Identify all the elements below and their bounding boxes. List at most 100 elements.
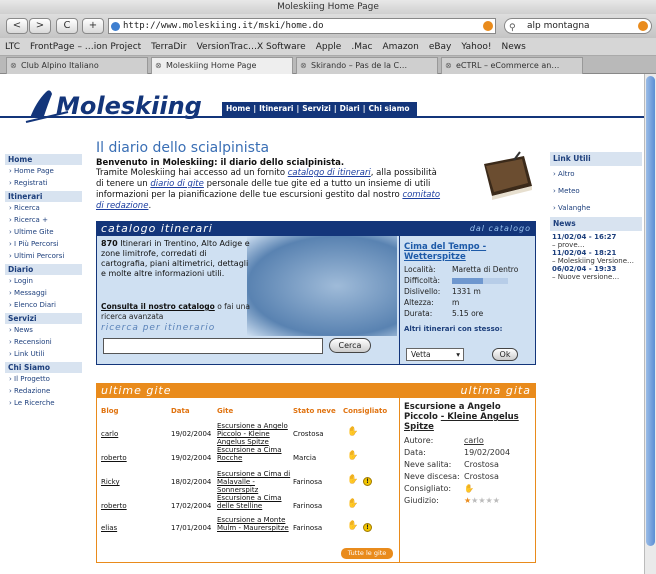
gite-column-header: Data <box>171 407 190 415</box>
link-utili-item[interactable]: › Altro <box>550 166 642 183</box>
link-utili-item[interactable]: › Meteo <box>550 183 642 200</box>
nav-separator: | <box>296 104 300 113</box>
thumb-icon: ✋ <box>347 451 359 461</box>
featured-row: Località: Maretta di Dentro <box>400 264 535 275</box>
left-nav-section[interactable]: Home <box>5 154 82 165</box>
left-nav-section[interactable]: Itinerari <box>5 191 82 202</box>
left-nav-item[interactable]: › Messaggi <box>5 287 82 299</box>
left-nav-item[interactable]: › Ultimi Percorsi <box>5 250 82 262</box>
intro-part-4: . <box>148 201 152 211</box>
gite-blog[interactable]: elias <box>101 524 117 532</box>
scrollbar-thumb[interactable] <box>646 76 655 546</box>
left-nav-item[interactable]: › Le Ricerche <box>5 397 82 409</box>
gite-blog[interactable]: roberto <box>101 454 127 462</box>
bookmark-item[interactable]: Amazon <box>382 42 418 52</box>
gite-name[interactable]: Escursione a Cima delle Stelline <box>217 494 293 510</box>
bookmark-item[interactable]: TerraDir <box>151 42 186 52</box>
gite-row: carlo 19/02/2004 Escursione a Angelo Picco… <box>97 422 397 446</box>
left-nav-item[interactable]: › Link Utili <box>5 348 82 360</box>
browser-tab[interactable]: ⊗ Skirando – Pas de la C… <box>296 57 438 74</box>
tutte-le-gite-button[interactable]: Tutte le gite <box>341 548 393 559</box>
browser-tab[interactable]: ⊗ eCTRL – eCommerce an… <box>441 57 583 74</box>
left-nav-item[interactable]: › Il Progetto <box>5 373 82 385</box>
browser-tab[interactable]: ⊗ Moleskiing Home Page <box>151 57 293 74</box>
left-nav-section[interactable]: Diario <box>5 264 82 275</box>
left-nav-item[interactable]: › I Più Percorsi <box>5 238 82 250</box>
cerca-button[interactable]: Cerca <box>329 338 371 353</box>
bookmark-item[interactable]: News <box>501 42 525 52</box>
bookmark-item[interactable]: VersionTrac…X Software <box>197 42 306 52</box>
news-item[interactable]: – prove… <box>552 241 642 249</box>
gite-blog[interactable]: roberto <box>101 502 127 510</box>
left-nav-item[interactable]: › Registrati <box>5 177 82 189</box>
close-tab-icon[interactable]: ⊗ <box>10 58 17 73</box>
detail-title[interactable]: Escursione a Angelo Piccolo - Kleine Ang… <box>400 398 535 436</box>
nav-servizi[interactable]: Servizi <box>302 104 331 113</box>
search-field[interactable]: ⚲ alp montagna <box>504 18 652 34</box>
close-tab-icon[interactable]: ⊗ <box>155 58 162 73</box>
left-nav-item[interactable]: › Ultime Gite <box>5 226 82 238</box>
detail-label: Autore: <box>404 436 434 445</box>
featured-row: Durata: 5.15 ore <box>400 308 535 319</box>
left-nav-section[interactable]: Chi Siamo <box>5 362 82 373</box>
left-nav-item[interactable]: › Ricerca + <box>5 214 82 226</box>
left-nav-section[interactable]: Servizi <box>5 313 82 324</box>
gite-blog[interactable]: carlo <box>101 430 118 438</box>
thumb-icon: ✋ <box>347 475 359 485</box>
back-button[interactable]: < <box>6 18 28 34</box>
go-icon[interactable] <box>483 21 493 31</box>
consult-catalog-link[interactable]: Consulta il nostro catalogo <box>101 302 215 311</box>
bookmark-item[interactable]: FrontPage – …ion Project <box>30 42 141 52</box>
diario-link[interactable]: diario di gite <box>150 179 204 189</box>
gite-blog[interactable]: Ricky <box>101 478 120 486</box>
url-field[interactable]: http://www.moleskiing.it/mski/home.do <box>108 18 496 34</box>
add-bookmark-button[interactable]: + <box>82 18 104 34</box>
gite-name[interactable]: Escursione a Cima Rocche <box>217 446 293 462</box>
nav-itinerari[interactable]: Itinerari <box>259 104 293 113</box>
nav-diari[interactable]: Diari <box>340 104 360 113</box>
browser-tab[interactable]: ⊗ Club Alpino Italiano <box>6 57 148 74</box>
left-nav-item[interactable]: › Ricerca <box>5 202 82 214</box>
reload-button[interactable]: C <box>56 18 78 34</box>
link-utili-item[interactable]: › Valanghe <box>550 200 642 217</box>
rating-star-icon: ★ <box>478 496 486 505</box>
bookmark-item[interactable]: Apple <box>316 42 342 52</box>
left-nav-item[interactable]: › News <box>5 324 82 336</box>
news-item[interactable]: – Moleskiing Versione… <box>552 257 642 265</box>
featured-title[interactable]: Cima del Tempo - Wetterspitze <box>400 236 535 264</box>
featured-value: 5.15 ore <box>452 309 484 318</box>
tab-bar: ⊗ Club Alpino Italiano ⊗ Moleskiing Home Pa… <box>0 56 656 74</box>
gite-name[interactable]: Escursione a Cima di Malavalle - Sonners… <box>217 470 293 494</box>
left-nav-item[interactable]: › Login <box>5 275 82 287</box>
left-nav-item[interactable]: › Elenco Diari <box>5 299 82 311</box>
left-nav-item[interactable]: › Recensioni <box>5 336 82 348</box>
bookmark-item[interactable]: LTC <box>5 42 20 52</box>
close-tab-icon[interactable]: ⊗ <box>445 58 452 73</box>
featured-label: Durata: <box>404 309 433 318</box>
thumb-icon: ✋ <box>347 427 359 437</box>
ok-button[interactable]: Ok <box>492 348 518 361</box>
gite-name[interactable]: Escursione a Monte Mulm - Maurerspitze <box>217 516 293 532</box>
warning-icon: ! <box>363 523 372 532</box>
nav-chi-siamo[interactable]: Chi siamo <box>368 104 409 113</box>
bookmark-item[interactable]: .Mac <box>351 42 372 52</box>
bookmark-item[interactable]: eBay <box>429 42 452 52</box>
forward-button[interactable]: > <box>29 18 51 34</box>
left-nav-item[interactable]: › Home Page <box>5 165 82 177</box>
catalogo-link[interactable]: catalogo di itinerari <box>288 168 371 178</box>
itinerary-search-input[interactable] <box>103 338 323 354</box>
bookmark-item[interactable]: Yahoo! <box>461 42 491 52</box>
search-go-icon[interactable] <box>638 21 648 31</box>
vertical-scrollbar[interactable] <box>644 74 656 574</box>
gite-name[interactable]: Escursione a Angelo Piccolo - Kleine Ang… <box>217 422 293 446</box>
left-nav-item[interactable]: › Redazione <box>5 385 82 397</box>
news-item[interactable]: – Nuove versione… <box>552 273 642 281</box>
close-tab-icon[interactable]: ⊗ <box>300 58 307 73</box>
catalog-box: catalogo itinerari dal catalogo 870 Itin… <box>96 221 536 365</box>
detail-value[interactable]: carlo <box>464 436 484 446</box>
moleskiing-logo[interactable]: Moleskiing <box>22 82 232 126</box>
header-divider <box>0 116 644 118</box>
criteria-select[interactable]: Vetta ▾ <box>406 348 464 361</box>
nav-home[interactable]: Home <box>226 104 250 113</box>
featured-row: Altezza: m <box>400 297 535 308</box>
